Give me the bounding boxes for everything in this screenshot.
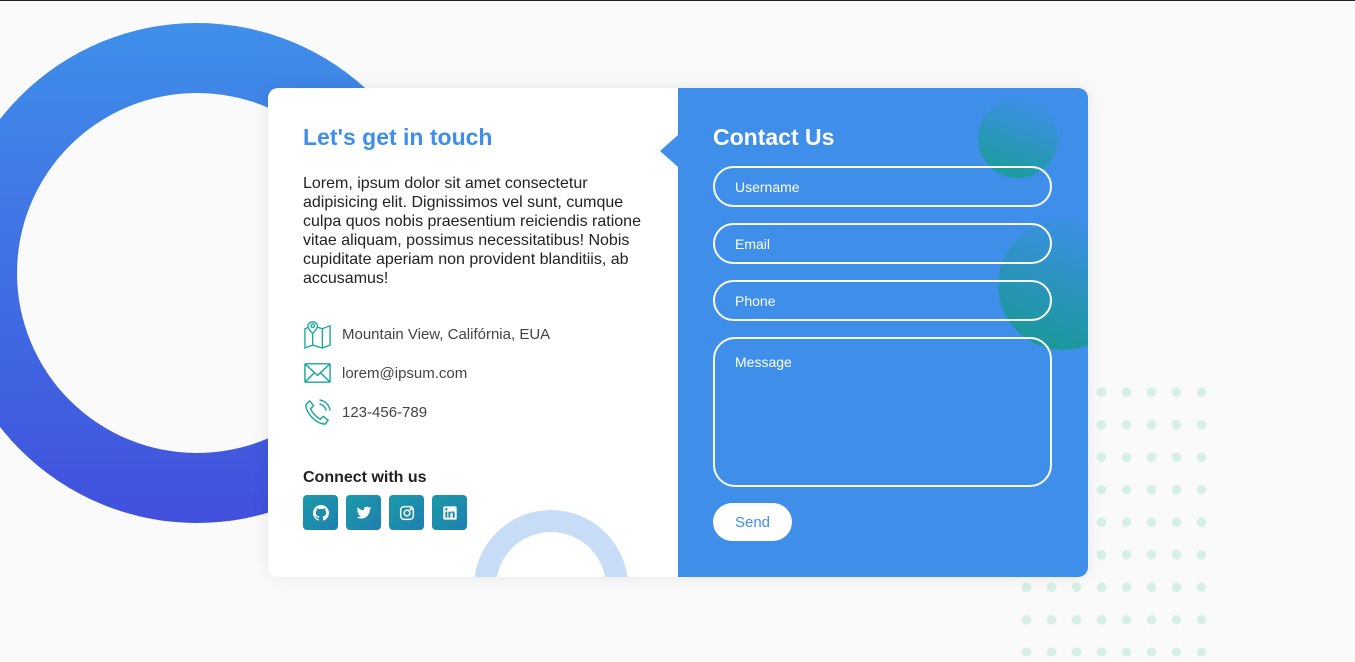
address-text: Mountain View, Califórnia, EUA (342, 325, 551, 343)
email-text: lorem@ipsum.com (342, 364, 468, 382)
info-title: Let's get in touch (303, 124, 493, 150)
panel-notch (660, 135, 678, 167)
email-placeholder: Email (735, 235, 771, 252)
phone-row: 123-456-789 (303, 398, 427, 426)
github-icon (312, 504, 329, 521)
phone-input[interactable]: Phone (713, 280, 1052, 321)
phone-icon (305, 398, 331, 425)
info-text: Lorem, ipsum dolor sit amet consectetur … (303, 175, 641, 287)
username-input[interactable]: Username (713, 166, 1052, 207)
contact-form-panel: Contact Us Username Email Phone Message … (678, 88, 1088, 577)
map-icon (304, 320, 331, 349)
github-link[interactable] (303, 495, 338, 530)
email-row: lorem@ipsum.com (303, 359, 467, 387)
decorative-small-ring (474, 510, 628, 577)
phone-placeholder: Phone (735, 292, 776, 309)
linkedin-link[interactable] (432, 495, 467, 530)
username-placeholder: Username (735, 178, 800, 195)
form-title: Contact Us (713, 124, 835, 150)
instagram-icon (399, 505, 414, 520)
message-textarea[interactable]: Message (713, 337, 1052, 487)
social-links (303, 495, 467, 530)
instagram-link[interactable] (389, 495, 424, 530)
phone-text: 123-456-789 (342, 403, 428, 421)
send-button[interactable]: Send (713, 503, 792, 541)
envelope-icon (304, 362, 331, 383)
contact-card: Let's get in touch Lorem, ipsum dolor si… (268, 88, 1088, 577)
twitter-icon (356, 506, 371, 519)
message-placeholder: Message (735, 354, 792, 370)
contact-info-panel: Let's get in touch Lorem, ipsum dolor si… (268, 88, 678, 577)
address-row: Mountain View, Califórnia, EUA (303, 320, 551, 349)
email-input[interactable]: Email (713, 223, 1052, 264)
connect-title: Connect with us (303, 469, 427, 486)
twitter-link[interactable] (346, 495, 381, 530)
linkedin-icon (442, 505, 457, 520)
